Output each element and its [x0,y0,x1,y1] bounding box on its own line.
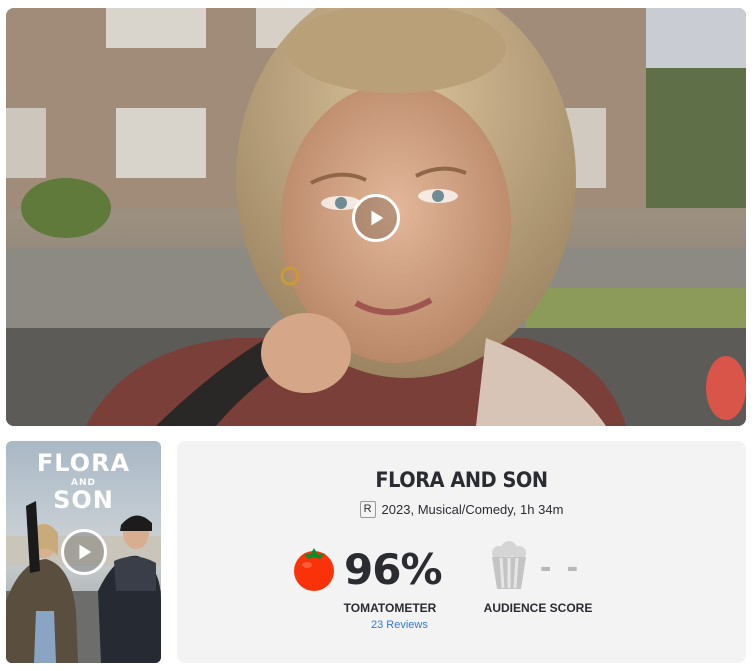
poster-play-button[interactable] [61,529,107,575]
movie-title: FLORA AND SON [375,468,548,492]
play-icon [371,210,384,226]
hero-play-button[interactable] [352,194,400,242]
poster-title-son: SON [53,486,114,514]
tomatometer-label: TOMATOMETER [343,601,437,615]
tomato-icon [294,548,334,591]
movie-info: 2023, Musical/Comedy, 1h 34m [381,502,564,517]
tomatometer-score: 96% [344,545,443,594]
audience-score: - - [540,548,582,586]
score-panel: FLORA AND SON R 2023, Musical/Comedy, 1h… [177,441,746,663]
poster-title-flora: FLORA [36,449,131,477]
movie-poster[interactable]: FLORA AND SON [6,441,161,663]
rating-badge: R [359,501,376,518]
popcorn-icon [492,541,526,589]
audience-score-label: AUDIENCE SCORE [483,601,593,615]
reviews-count-link[interactable]: 23 Reviews [371,619,428,631]
movie-meta: R 2023, Musical/Comedy, 1h 34m [177,501,746,518]
hero-trailer[interactable] [6,8,746,426]
play-icon [79,544,92,560]
